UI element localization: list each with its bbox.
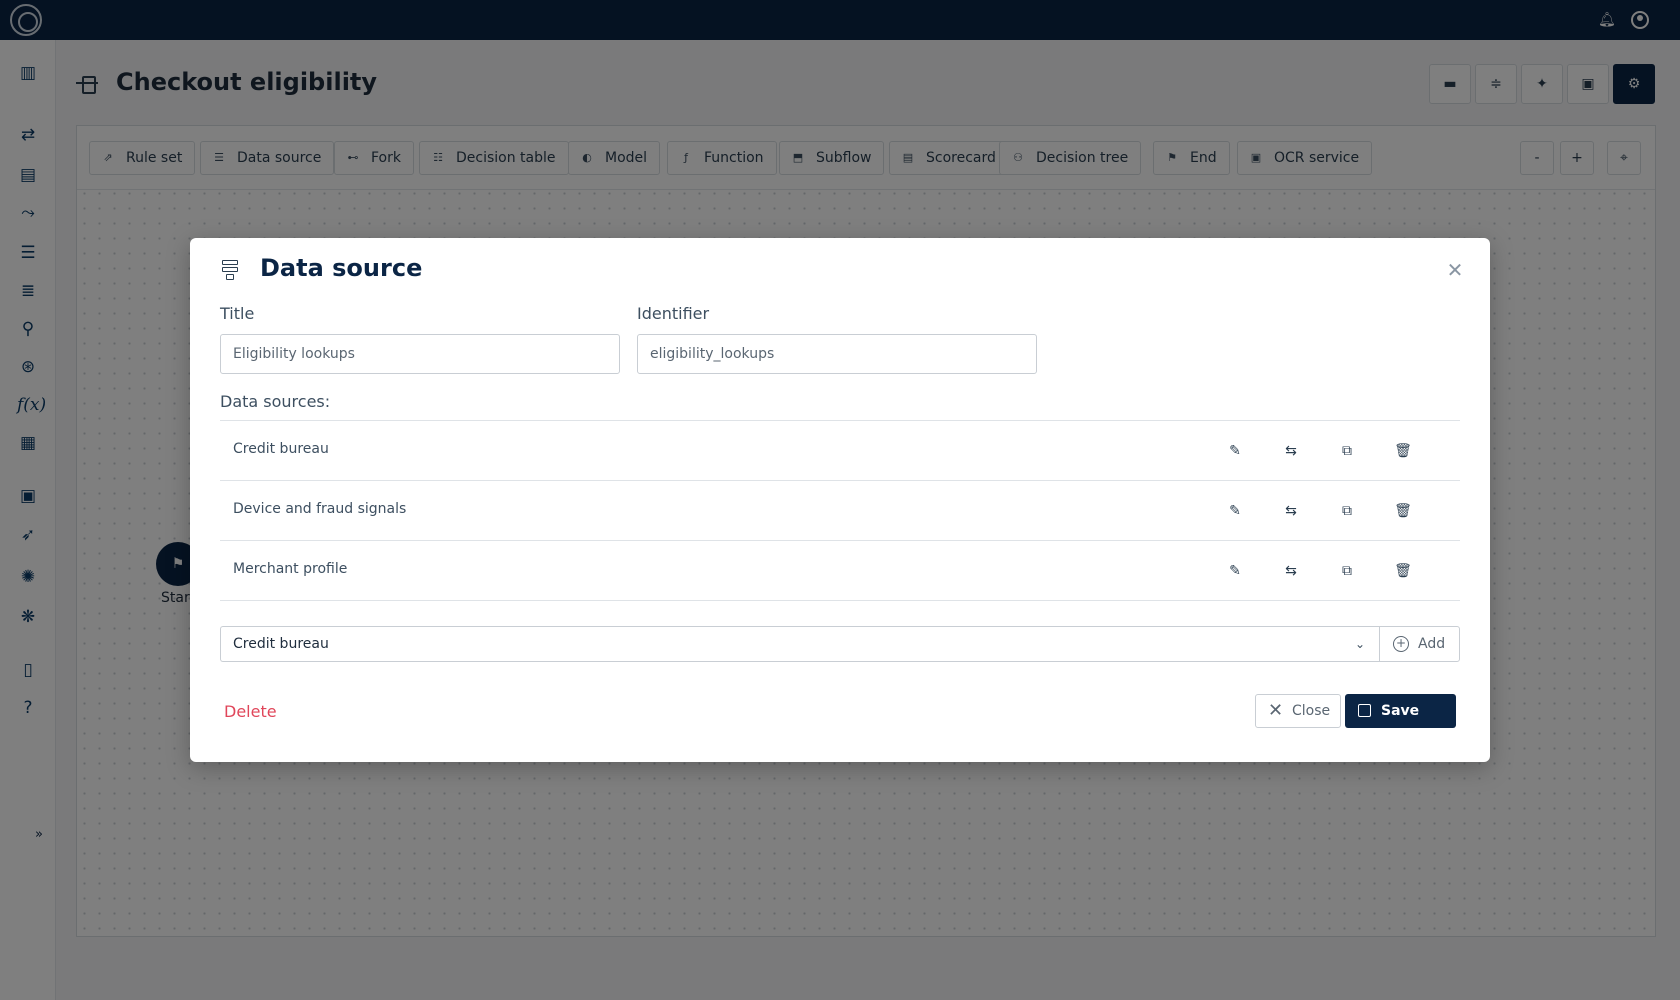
close-button-label: Close [1292, 703, 1331, 719]
title-field-label: Title [220, 304, 255, 323]
save-step-button[interactable]: Save step [1345, 694, 1456, 753]
data-source-icon [222, 260, 238, 280]
dialog-title: Data source [260, 254, 423, 282]
identifier-input[interactable] [637, 334, 1037, 374]
save-icon [1358, 704, 1371, 717]
data-source-name: Device and fraud signals [233, 501, 407, 517]
edit-icon[interactable]: ✎ [1225, 561, 1245, 581]
duplicate-icon[interactable]: ⧉ [1337, 561, 1357, 581]
mapping-icon[interactable]: ⇆ [1281, 441, 1301, 461]
data-source-name: Credit bureau [233, 441, 329, 457]
mapping-icon[interactable]: ⇆ [1281, 501, 1301, 521]
edit-icon[interactable]: ✎ [1225, 501, 1245, 521]
edit-icon[interactable]: ✎ [1225, 441, 1245, 461]
add-data-source-button[interactable]: + Add [1379, 626, 1460, 662]
save-button-label: Save step [1381, 703, 1420, 753]
select-value: Credit bureau [233, 636, 329, 652]
add-button-label: Add [1418, 636, 1446, 652]
close-x-icon: ✕ [1268, 700, 1284, 721]
title-input[interactable] [220, 334, 620, 374]
duplicate-icon[interactable]: ⧉ [1337, 501, 1357, 521]
identifier-field-label: Identifier [637, 304, 710, 323]
close-icon[interactable]: ✕ [1443, 258, 1467, 282]
trash-icon[interactable]: 🗑 [1393, 441, 1413, 461]
list-item: Credit bureau ✎ ⇆ ⧉ 🗑 [220, 421, 1460, 481]
data-sources-list: Credit bureau ✎ ⇆ ⧉ 🗑 Device and fraud signal… [220, 420, 1460, 601]
chevron-down-icon: ⌄ [1354, 637, 1365, 651]
delete-step-button[interactable]: Delete [224, 702, 277, 721]
close-button[interactable]: ✕ Close [1255, 694, 1341, 728]
trash-icon[interactable]: 🗑 [1393, 501, 1413, 521]
list-item: Merchant profile ✎ ⇆ ⧉ 🗑 [220, 541, 1460, 601]
trash-icon[interactable]: 🗑 [1393, 561, 1413, 581]
list-item: Device and fraud signals ✎ ⇆ ⧉ 🗑 [220, 481, 1460, 541]
data-source-select[interactable]: Credit bureau ⌄ [220, 626, 1379, 662]
plus-circle-icon: + [1393, 636, 1409, 652]
mapping-icon[interactable]: ⇆ [1281, 561, 1301, 581]
duplicate-icon[interactable]: ⧉ [1337, 441, 1357, 461]
data-sources-label: Data sources: [220, 392, 331, 411]
data-source-dialog: Data source ✕ Title Identifier Data sour… [190, 238, 1490, 762]
data-source-name: Merchant profile [233, 561, 348, 577]
